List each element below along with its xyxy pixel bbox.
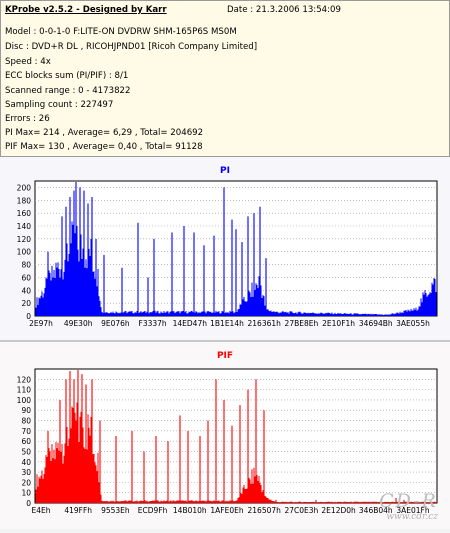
- pi-xtick-label: 1B1E14h: [210, 319, 244, 328]
- pif-xtick-label: ECD9Fh: [138, 506, 168, 515]
- model-line: Model : 0-0-1-0 F:LITE-ON DVDRW SHM-165P…: [5, 27, 237, 37]
- pif-xtick-label: 9553Eh: [101, 506, 130, 515]
- pif-ytick-label: 110: [17, 386, 32, 395]
- pi-ytick-label: 80: [21, 261, 31, 270]
- scan-date: Date : 21.3.2006 13:54:09: [227, 5, 341, 15]
- pi-xtick-label: 9E076h: [101, 319, 130, 328]
- errors-line: Errors : 26: [5, 114, 50, 124]
- pi-ytick-label: 140: [17, 222, 32, 231]
- pi-xtick-label: 49E30h: [64, 319, 93, 328]
- pif-xtick-label: 2E12D0h: [321, 506, 356, 515]
- pif-ytick-label: 10: [21, 489, 31, 498]
- pif-chart-title: PIF: [216, 351, 234, 361]
- pi-ytick-label: 200: [17, 183, 32, 192]
- pif-xtick-label: 419FFh: [64, 506, 92, 515]
- pif-ytick-label: 60: [21, 437, 31, 446]
- pi-xtick-label: 14ED47h: [173, 319, 208, 328]
- pi-chart: 0204060801001201401601802002E97h 49E30h 9E…: [17, 180, 438, 328]
- pif-ytick-label: 80: [21, 417, 31, 426]
- sampling-line: Sampling count : 227497: [5, 100, 114, 110]
- pi-xtick-label: 34694Bh: [359, 319, 393, 328]
- pif-ytick-label: 120: [17, 375, 32, 384]
- disc-line: Disc : DVD+R DL , RICOHJPND01 [Ricoh Com…: [5, 42, 258, 52]
- pif-ytick-label: 0: [26, 499, 31, 508]
- pi-xtick-label: 2E97h: [29, 319, 53, 328]
- pif-ytick-label: 40: [21, 458, 31, 467]
- pi-xtick-label: 27BE8Eh: [285, 319, 319, 328]
- pi-ytick-label: 100: [17, 248, 32, 257]
- pi-xtick-label: F3337h: [139, 319, 167, 328]
- pi-chart-panel: PI 0 20 40 60 80 100 120 140 160 180 200 2E97h 49E30…: [0, 157, 450, 340]
- pi-ytick-label: 160: [17, 209, 32, 218]
- app-title: KProbe v2.5.2 - Designed by Karr: [5, 5, 167, 15]
- pif-ytick-label: 70: [21, 427, 31, 436]
- pif-xtick-label: E4Eh: [31, 506, 50, 515]
- pi-xtick-label: 3AE055h: [396, 319, 430, 328]
- range-line: Scanned range : 0 - 4173822: [5, 86, 131, 96]
- pif-summary-line: PIF Max= 130 , Average= 0,40 , Total= 91…: [5, 142, 203, 152]
- pi-ytick-label: 120: [17, 235, 32, 244]
- pi-xtick-label: 2E10F1h: [322, 319, 355, 328]
- watermark-logo: CD-R: [379, 490, 438, 512]
- pif-ytick-label: 20: [21, 478, 31, 487]
- info-panel: KProbe v2.5.2 - Designed by Karr Date : …: [0, 0, 450, 157]
- pif-ytick-label: 100: [17, 396, 32, 405]
- pif-ytick-label: 50: [21, 447, 31, 456]
- watermark: CD-R www.cdr.cz: [379, 490, 438, 522]
- pif-chart-panel: PIF 0 10 20 30 40 50 60 70 80 90 100 110 120 E4Eh 419F…: [0, 342, 450, 529]
- pif-ytick-label: 90: [21, 406, 31, 415]
- pif-xtick-label: 14B010h: [173, 506, 207, 515]
- pi-ytick-label: 20: [21, 299, 31, 308]
- pi-summary-line: PI Max= 214 , Average= 6,29 , Total= 204…: [5, 128, 204, 138]
- pif-ytick-label: 30: [21, 468, 31, 477]
- pi-ytick-label: 40: [21, 286, 31, 295]
- pif-xtick-label: 216507h: [248, 506, 282, 515]
- pif-xtick-label: 1AFE0Eh: [210, 506, 243, 515]
- watermark-url: www.cdr.cz: [386, 512, 438, 522]
- pi-xtick-label: 216361h: [248, 319, 282, 328]
- pi-chart-title: PI: [220, 166, 230, 176]
- pif-xtick-label: 27C0E3h: [284, 506, 318, 515]
- speed-line: Speed : 4x: [5, 57, 51, 67]
- ecc-line: ECC blocks sum (PI/PIF) : 8/1: [5, 71, 129, 81]
- pi-ytick-label: 60: [21, 273, 31, 282]
- pi-ytick-label: 180: [17, 196, 32, 205]
